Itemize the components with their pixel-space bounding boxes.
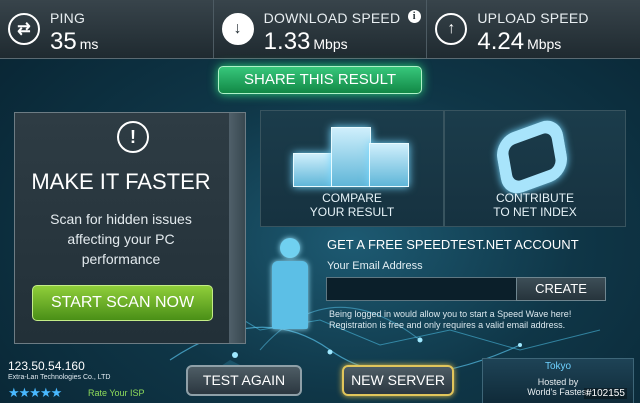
exchange-arrows-icon: ⇄ [8,13,40,45]
upload-label: UPLOAD SPEED [477,10,589,26]
create-account-button[interactable]: CREATE [516,277,606,301]
bar-icon-part [369,143,409,187]
download-metric: ↓ DOWNLOAD SPEED i 1.33 Mbps [214,0,428,58]
alert-icon: ! [117,121,149,153]
compare-result-card[interactable]: COMPARE YOUR RESULT [260,110,444,227]
account-note: Being logged in would allow you to start… [329,309,572,330]
make-it-faster-title: MAKE IT FASTER [31,169,211,194]
person-head [280,238,300,258]
isp-name: Extra-Lan Technologies Co., LTD [8,374,111,381]
contribute-label: CONTRIBUTE TO NET INDEX [445,191,625,219]
account-signup: GET A FREE SPEEDTEST.NET ACCOUNT Your Em… [260,232,624,342]
download-unit: Mbps [313,36,348,52]
test-again-button[interactable]: TEST AGAIN [186,365,302,396]
download-value: 1.33 [263,28,311,55]
compare-label-line1: COMPARE [322,191,382,205]
server-hosted-line1: Hosted by [537,377,579,387]
ping-value-wrap: 35 ms [50,28,98,56]
panel-edge-strip [229,113,245,343]
contribute-label-line2: TO NET INDEX [493,205,577,219]
contribute-card[interactable]: CONTRIBUTE TO NET INDEX [444,110,626,227]
email-field[interactable] [326,277,516,301]
start-scan-button[interactable]: START SCAN NOW [32,285,213,321]
upload-value-wrap: 4.24 Mbps [477,28,561,56]
new-server-button[interactable]: NEW SERVER [342,365,454,396]
rate-isp-link[interactable]: Rate Your ISP [88,388,145,398]
compare-label-line2: YOUR RESULT [309,205,395,219]
bar-icon-part [293,153,333,187]
ping-value: 35 [50,28,77,55]
bar-chart-icon [293,125,411,187]
arrow-down-icon: ↓ [221,13,254,45]
make-it-faster-panel: ! MAKE IT FASTER Scan for hidden issues … [14,112,246,344]
star-rating[interactable]: ★★★★★ [8,385,62,401]
make-it-faster-description: Scan for hidden issues affecting your PC… [50,211,192,267]
ring-icon [483,115,583,199]
person-body [272,261,308,329]
upload-value: 4.24 [477,28,525,55]
ip-address: 123.50.54.160 [8,359,85,373]
share-result-button[interactable]: SHARE THIS RESULT [218,66,422,94]
bar-icon-part [331,127,371,187]
speedtest-app: ⇄ PING 35 ms ↓ DOWNLOAD SPEED i 1.33 Mbps … [0,0,640,403]
download-label: DOWNLOAD SPEED [263,10,401,26]
arrow-up-icon: ↑ [435,13,468,45]
account-title: GET A FREE SPEEDTEST.NET ACCOUNT [327,237,579,252]
server-city: Tokyo [544,361,572,372]
ping-unit: ms [79,36,99,52]
download-value-wrap: 1.33 Mbps [264,28,348,56]
results-bar: ⇄ PING 35 ms ↓ DOWNLOAD SPEED i 1.33 Mbps … [0,0,640,59]
upload-metric: ↑ UPLOAD SPEED 4.24 Mbps [427,0,640,58]
ring-shape [493,115,571,199]
ping-metric: ⇄ PING 35 ms [0,0,214,58]
watermark-text: #102155 [584,388,627,399]
client-info: 123.50.54.160 Extra-Lan Technologies Co.… [8,359,110,381]
compare-label: COMPARE YOUR RESULT [261,191,443,219]
upload-unit: Mbps [527,36,562,52]
ping-label: PING [50,10,86,26]
person-icon [268,238,312,334]
email-label: Your Email Address [327,260,423,272]
info-icon[interactable]: i [407,10,421,23]
contribute-label-line1: CONTRIBUTE [496,191,574,205]
